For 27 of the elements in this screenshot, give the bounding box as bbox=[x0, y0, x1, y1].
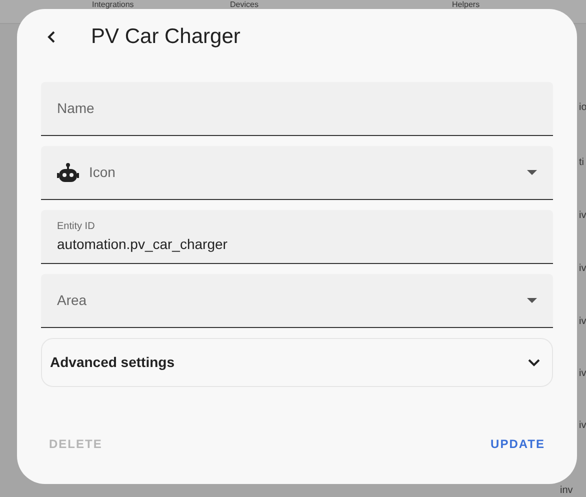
select-field[interactable]: Area bbox=[41, 274, 553, 328]
row-text: iv bbox=[579, 315, 586, 329]
row-text: iv bbox=[579, 419, 586, 433]
field-label: Entity ID bbox=[57, 220, 96, 234]
icon-picker-field[interactable]: Icon bbox=[41, 146, 553, 200]
entity-id-field[interactable]: Entity ID automation.pv_car_charger bbox=[41, 210, 553, 264]
row-text: iv bbox=[579, 367, 586, 381]
row-text: iv bbox=[579, 262, 586, 276]
dropdown-caret-icon bbox=[527, 170, 537, 175]
field-placeholder: Name bbox=[57, 99, 94, 118]
chevron-icon bbox=[528, 358, 540, 366]
field-value: automation.pv_car_charger bbox=[57, 234, 228, 254]
dropdown-caret-icon bbox=[527, 298, 537, 303]
field-placeholder: Area bbox=[57, 291, 87, 310]
tab-label[interactable]: Integrations bbox=[92, 0, 134, 9]
row-text: iv bbox=[579, 209, 586, 223]
advanced-settings-toggle[interactable]: Advanced settings bbox=[41, 338, 553, 387]
row-text: io bbox=[579, 101, 586, 115]
tab-label[interactable]: Helpers bbox=[452, 0, 480, 9]
robot-icon bbox=[57, 162, 79, 182]
tab-label[interactable]: Devices bbox=[230, 0, 258, 9]
update-button[interactable]: UPDATE bbox=[482, 431, 553, 457]
row-text: inv bbox=[560, 484, 573, 497]
dialog-title: PV Car Charger bbox=[91, 24, 240, 50]
text-field[interactable]: Name bbox=[41, 82, 553, 136]
field-placeholder: Icon bbox=[89, 163, 116, 182]
row-text: ti bbox=[579, 156, 584, 170]
